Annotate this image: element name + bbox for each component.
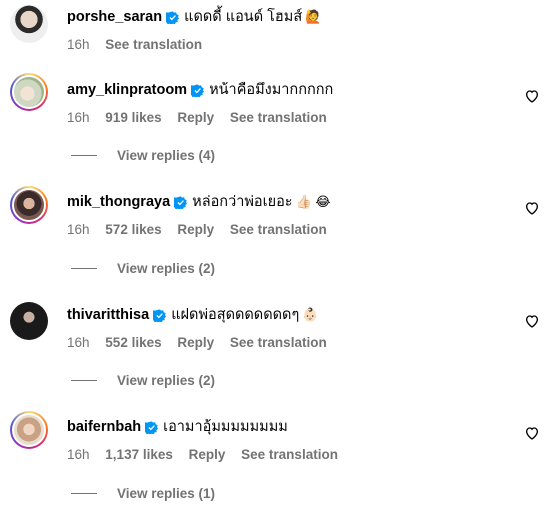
likes-count[interactable]: 572 likes [105, 222, 161, 237]
comment-text: แดดดี้ แอนด์ โฮมส์ [184, 9, 303, 25]
view-replies-label: View replies (4) [117, 148, 216, 163]
comment-username[interactable]: porshe_saran [67, 8, 162, 26]
avatar[interactable] [10, 186, 48, 224]
reply-button[interactable]: Reply [177, 110, 214, 125]
comment-time[interactable]: 16h [67, 335, 90, 350]
view-replies-button[interactable]: View replies (2) [71, 373, 215, 388]
comment-text: แฝดพ่อสุดดดดดดดๆ [171, 307, 300, 323]
comment-time[interactable]: 16h [67, 110, 90, 125]
comment-text: หน้าคือมึงมากกกกก [209, 82, 334, 98]
verified-badge-icon [174, 195, 188, 209]
verified-badge-icon [191, 83, 205, 97]
avatar[interactable] [10, 411, 48, 449]
comment-time[interactable]: 16h [67, 37, 90, 52]
view-replies-button[interactable]: View replies (4) [71, 148, 215, 163]
view-replies-label: View replies (2) [117, 261, 216, 276]
divider [71, 268, 97, 269]
view-replies-label: View replies (1) [117, 486, 216, 501]
comment-username[interactable]: baifernbah [67, 418, 141, 436]
view-replies-button[interactable]: View replies (2) [71, 261, 215, 276]
comment-emoji: 👍🏻 😂 [295, 194, 331, 209]
divider [71, 493, 97, 494]
avatar[interactable] [10, 73, 48, 111]
heart-outline-icon[interactable] [524, 200, 540, 216]
verified-badge-icon [145, 420, 159, 434]
divider [71, 380, 97, 381]
comment-username[interactable]: amy_klinpratoom [67, 81, 187, 99]
reply-button[interactable]: Reply [189, 447, 226, 462]
comment-text: หล่อกว่าพ่อเยอะ [192, 194, 293, 210]
heart-outline-icon[interactable] [524, 313, 540, 329]
avatar[interactable] [10, 5, 48, 43]
likes-count[interactable]: 1,137 likes [105, 447, 173, 462]
verified-badge-icon [166, 10, 180, 24]
view-replies-label: View replies (2) [117, 373, 216, 388]
see-translation-link[interactable]: See translation [230, 110, 327, 125]
comment-text: เอามาอุ้มมมมมมมม [163, 419, 288, 435]
see-translation-link[interactable]: See translation [105, 37, 202, 52]
comment-username[interactable]: thivaritthisa [67, 306, 149, 324]
likes-count[interactable]: 552 likes [105, 335, 161, 350]
see-translation-link[interactable]: See translation [230, 222, 327, 237]
comment-emoji: 🙋 [305, 9, 322, 24]
verified-badge-icon [153, 308, 167, 322]
likes-count[interactable]: 919 likes [105, 110, 161, 125]
comment-time[interactable]: 16h [67, 447, 90, 462]
see-translation-link[interactable]: See translation [241, 447, 338, 462]
reply-button[interactable]: Reply [177, 335, 214, 350]
heart-outline-icon[interactable] [524, 88, 540, 104]
comment-emoji: 👶🏻 [302, 307, 319, 322]
avatar[interactable] [10, 302, 48, 340]
comment-username[interactable]: mik_thongraya [67, 193, 170, 211]
comment-time[interactable]: 16h [67, 222, 90, 237]
heart-outline-icon[interactable] [524, 425, 540, 441]
see-translation-link[interactable]: See translation [230, 335, 327, 350]
divider [71, 155, 97, 156]
view-replies-button[interactable]: View replies (1) [71, 486, 215, 501]
reply-button[interactable]: Reply [177, 222, 214, 237]
